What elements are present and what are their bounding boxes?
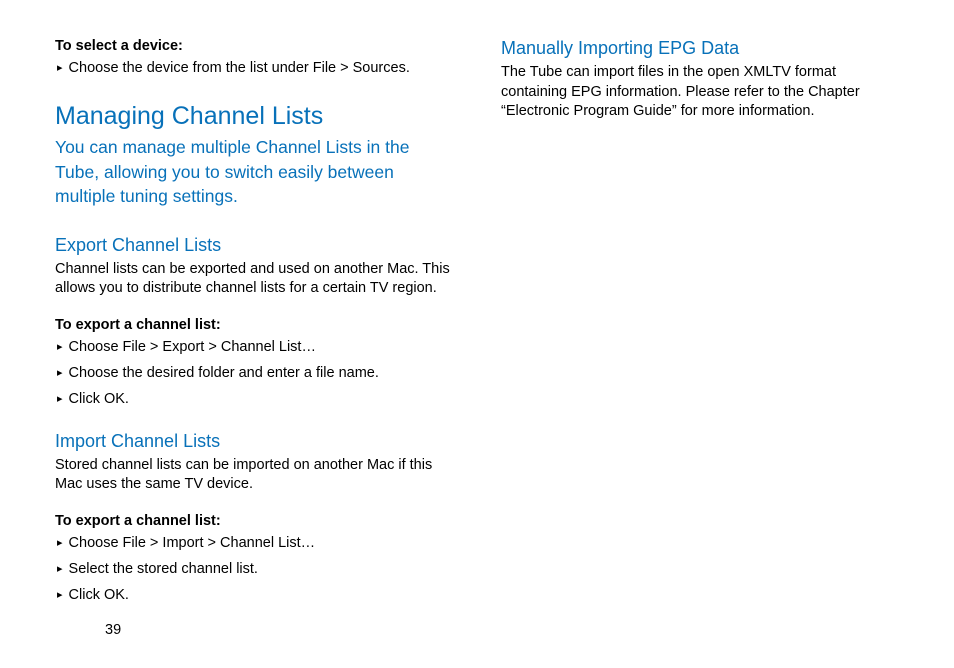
managing-heading: Managing Channel Lists [55,102,453,131]
export-step-1: Choose File > Export > Channel List… [55,339,453,355]
select-device-section: To select a device: Choose the device fr… [55,38,453,76]
export-step-2: Choose the desired folder and enter a fi… [55,365,453,381]
import-body: Stored channel lists can be imported on … [55,456,453,495]
epg-body: The Tube can import files in the open XM… [501,63,899,122]
export-heading: Export Channel Lists [55,235,453,256]
import-step-3: Click OK. [55,587,453,603]
export-body: Channel lists can be exported and used o… [55,260,453,299]
export-step-3: Click OK. [55,391,453,407]
page-number: 39 [105,622,899,638]
managing-intro: You can manage multiple Channel Lists in… [55,135,453,209]
import-steps-title: To export a channel list: [55,513,453,529]
import-step-2: Select the stored channel list. [55,561,453,577]
epg-heading: Manually Importing EPG Data [501,38,899,59]
select-device-step: Choose the device from the list under Fi… [55,60,453,76]
export-steps-title: To export a channel list: [55,317,453,333]
left-column: To select a device: Choose the device fr… [55,38,453,618]
right-column: Manually Importing EPG Data The Tube can… [501,38,899,618]
select-device-title: To select a device: [55,38,453,54]
import-step-1: Choose File > Import > Channel List… [55,535,453,551]
import-heading: Import Channel Lists [55,431,453,452]
